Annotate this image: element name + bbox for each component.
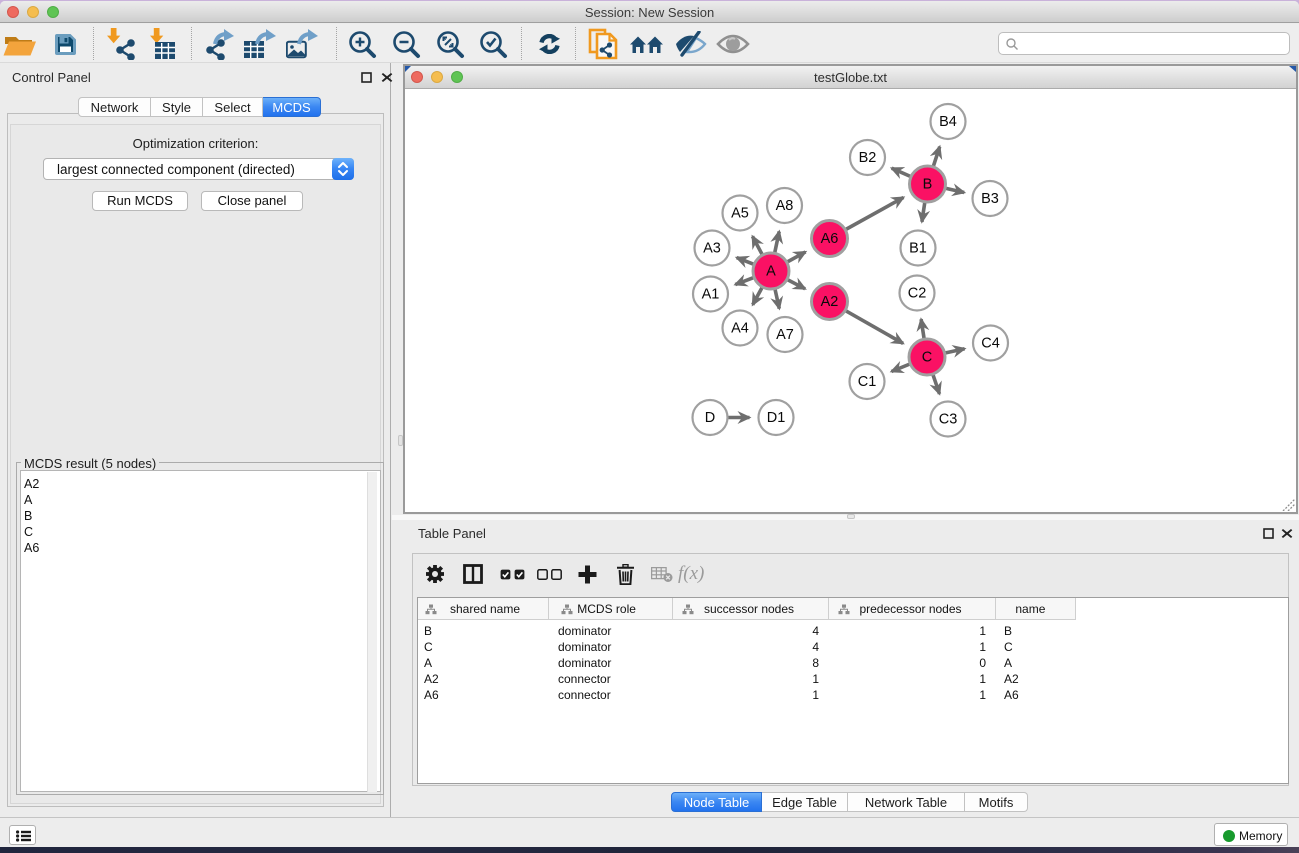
svg-text:C4: C4 <box>981 336 1000 352</box>
svg-text:A: A <box>766 264 776 280</box>
svg-text:A8: A8 <box>776 198 794 214</box>
svg-text:B3: B3 <box>981 191 999 207</box>
svg-text:A2: A2 <box>821 294 839 310</box>
svg-text:A4: A4 <box>731 321 749 337</box>
svg-text:B4: B4 <box>939 114 957 130</box>
svg-text:D1: D1 <box>767 410 786 426</box>
svg-text:A5: A5 <box>731 206 749 222</box>
svg-text:B2: B2 <box>859 150 877 166</box>
svg-text:B1: B1 <box>909 241 927 257</box>
svg-text:C1: C1 <box>858 374 877 390</box>
svg-text:A1: A1 <box>702 287 720 303</box>
svg-text:D: D <box>705 410 715 426</box>
svg-text:A3: A3 <box>703 241 721 257</box>
svg-text:C2: C2 <box>908 286 927 302</box>
svg-text:B: B <box>923 177 933 193</box>
svg-text:C: C <box>922 350 932 366</box>
svg-text:A6: A6 <box>821 231 839 247</box>
svg-text:C3: C3 <box>939 412 958 428</box>
svg-text:A7: A7 <box>776 327 794 343</box>
